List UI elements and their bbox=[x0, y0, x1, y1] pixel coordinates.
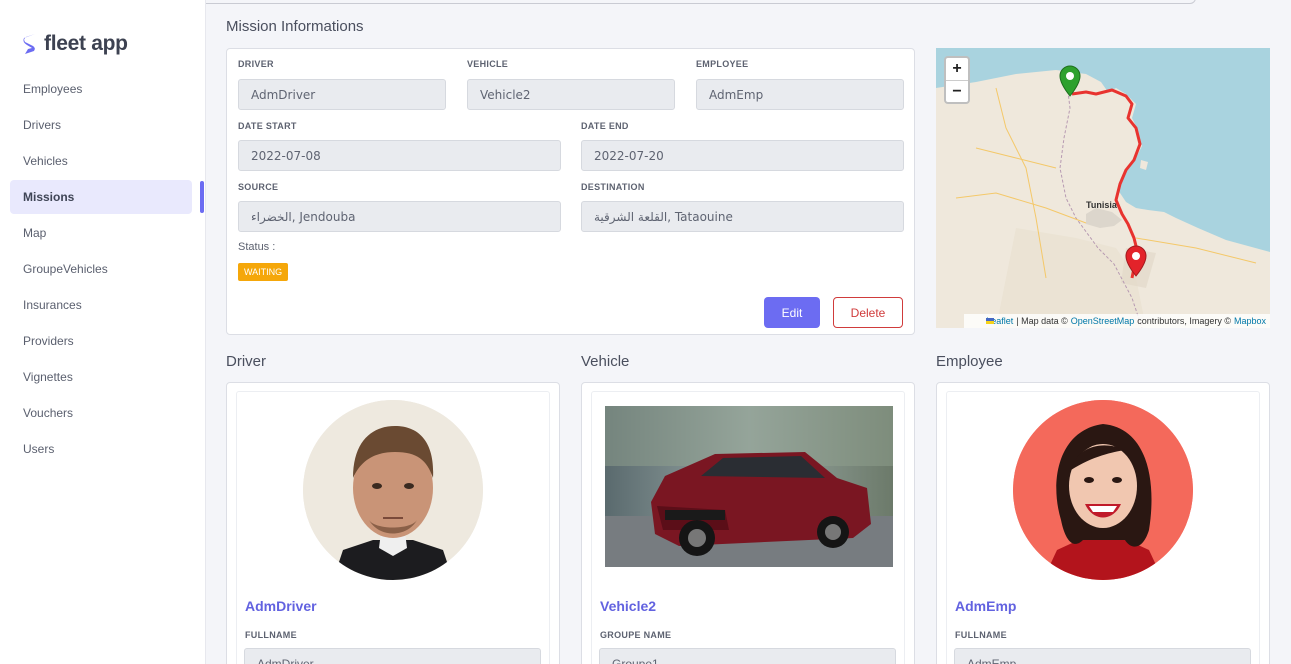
sidebar-item-map[interactable]: Map bbox=[10, 216, 192, 250]
vehicle-card-body: Vehicle2 GROUPE NAME Groupe1 bbox=[591, 391, 905, 664]
driver-field[interactable]: AdmDriver bbox=[238, 79, 446, 110]
employee-avatar bbox=[1013, 400, 1193, 580]
driver-fullname-field[interactable]: AdmDriver bbox=[244, 648, 541, 664]
vehicle-field[interactable]: Vehicle2 bbox=[467, 79, 675, 110]
route-map[interactable]: Tunisia + − Leaflet | Map data © OpenStr… bbox=[936, 48, 1270, 328]
status-badge: WAITING bbox=[238, 263, 289, 281]
sidebar-item-employees[interactable]: Employees bbox=[10, 72, 192, 106]
vehicle-groupe-label: GROUPE NAME bbox=[600, 630, 672, 640]
employee-card-body: AdmEmp FULLNAME AdmEmp bbox=[946, 391, 1260, 664]
employee-card: AdmEmp FULLNAME AdmEmp bbox=[936, 382, 1270, 664]
date-end-label: DATE END bbox=[581, 121, 629, 131]
map-zoom-control: + − bbox=[944, 56, 970, 104]
mission-info-card: DRIVER AdmDriver VEHICLE Vehicle2 EMPLOY… bbox=[226, 48, 915, 335]
vehicle-image bbox=[605, 406, 893, 567]
employee-section-title: Employee bbox=[936, 353, 1003, 370]
driver-name[interactable]: AdmDriver bbox=[245, 598, 317, 614]
delete-button[interactable]: Delete bbox=[833, 297, 903, 328]
destination-label: DESTINATION bbox=[581, 182, 645, 192]
date-end-field[interactable]: 2022-07-20 bbox=[581, 140, 904, 171]
sidebar-item-groupevehicles[interactable]: GroupeVehicles bbox=[10, 252, 192, 286]
zoom-in-button[interactable]: + bbox=[946, 58, 968, 80]
employee-fullname-label: FULLNAME bbox=[955, 630, 1007, 640]
driver-fullname-label: FULLNAME bbox=[245, 630, 297, 640]
date-start-field[interactable]: 2022-07-08 bbox=[238, 140, 561, 171]
app-logo[interactable]: fleet app bbox=[22, 32, 128, 56]
logo-icon bbox=[23, 34, 35, 54]
sidebar-item-vouchers[interactable]: Vouchers bbox=[10, 396, 192, 430]
mapbox-link[interactable]: Mapbox bbox=[1234, 316, 1266, 326]
sidebar-item-missions[interactable]: Missions bbox=[10, 180, 192, 214]
map-tiles bbox=[936, 65, 1270, 328]
status-label: Status : bbox=[238, 241, 276, 253]
vehicle-name[interactable]: Vehicle2 bbox=[600, 598, 656, 614]
vehicle-groupe-field[interactable]: Groupe1 bbox=[599, 648, 896, 664]
employee-field[interactable]: AdmEmp bbox=[696, 79, 904, 110]
vehicle-label: VEHICLE bbox=[467, 59, 509, 69]
zoom-out-button[interactable]: − bbox=[946, 80, 968, 102]
mission-section-title: Mission Informations bbox=[226, 18, 364, 35]
driver-card-body: AdmDriver FULLNAME AdmDriver bbox=[236, 391, 550, 664]
map-attribution: Leaflet | Map data © OpenStreetMap contr… bbox=[964, 314, 1270, 328]
active-nav-indicator bbox=[200, 181, 204, 213]
sidebar-nav: Employees Drivers Vehicles Missions Map … bbox=[10, 72, 192, 468]
driver-avatar bbox=[303, 400, 483, 580]
map-country-label: Tunisia bbox=[1086, 200, 1117, 210]
sidebar-item-providers[interactable]: Providers bbox=[10, 324, 192, 358]
osm-link[interactable]: OpenStreetMap bbox=[1071, 316, 1135, 326]
sidebar-item-users[interactable]: Users bbox=[10, 432, 192, 466]
top-search-bar[interactable] bbox=[116, 0, 1196, 4]
sidebar-item-drivers[interactable]: Drivers bbox=[10, 108, 192, 142]
date-start-label: DATE START bbox=[238, 121, 297, 131]
source-label: SOURCE bbox=[238, 182, 279, 192]
attribution-text-2: contributors, Imagery © bbox=[1137, 316, 1231, 326]
sidebar-item-vehicles[interactable]: Vehicles bbox=[10, 144, 192, 178]
app-name: fleet app bbox=[44, 32, 128, 55]
employee-label: EMPLOYEE bbox=[696, 59, 749, 69]
destination-field[interactable]: القلعة الشرقية, Tataouine bbox=[581, 201, 904, 232]
sidebar: fleet app Employees Drivers Vehicles Mis… bbox=[0, 0, 206, 664]
source-field[interactable]: الخضراء, Jendouba bbox=[238, 201, 561, 232]
driver-section-title: Driver bbox=[226, 353, 266, 370]
driver-label: DRIVER bbox=[238, 59, 274, 69]
driver-card: AdmDriver FULLNAME AdmDriver bbox=[226, 382, 560, 664]
employee-fullname-field[interactable]: AdmEmp bbox=[954, 648, 1251, 664]
vehicle-section-title: Vehicle bbox=[581, 353, 630, 370]
employee-name[interactable]: AdmEmp bbox=[955, 598, 1016, 614]
sidebar-item-vignettes[interactable]: Vignettes bbox=[10, 360, 192, 394]
edit-button[interactable]: Edit bbox=[764, 297, 820, 328]
ukraine-flag-icon bbox=[986, 318, 995, 324]
vehicle-card: Vehicle2 GROUPE NAME Groupe1 bbox=[581, 382, 915, 664]
sidebar-item-insurances[interactable]: Insurances bbox=[10, 288, 192, 322]
attribution-text-1: | Map data © bbox=[1016, 316, 1068, 326]
